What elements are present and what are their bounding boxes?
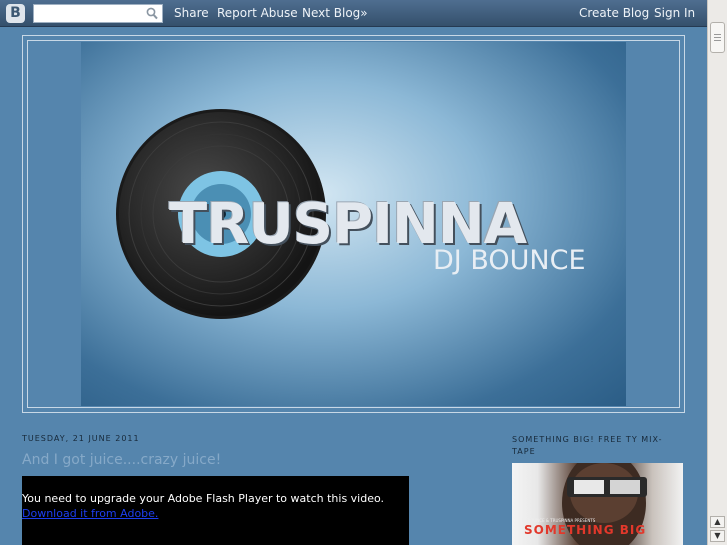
- share-link[interactable]: Share: [174, 6, 209, 20]
- scroll-up-button[interactable]: ▲: [710, 516, 725, 528]
- post-date: TUESDAY, 21 JUNE 2011: [22, 434, 140, 443]
- mixtape-cover-image[interactable]: DJ BOUNCE & TRUSPINNA PRESENTS SOMETHING…: [512, 463, 683, 545]
- flash-upgrade-message: You need to upgrade your Adobe Flash Pla…: [22, 492, 385, 505]
- scroll-down-button[interactable]: ▼: [710, 530, 725, 542]
- next-blog-link[interactable]: Next Blog»: [302, 6, 368, 20]
- sidebar-widget-title: SOMETHING BIG! FREE TY MIX-TAPE: [512, 435, 663, 456]
- report-abuse-link[interactable]: Report Abuse: [217, 6, 298, 20]
- header-banner[interactable]: TRUSPINNA DJ BOUNCE: [81, 42, 626, 406]
- post-title[interactable]: And I got juice....crazy juice!: [22, 452, 221, 468]
- video-player[interactable]: You need to upgrade your Adobe Flash Pla…: [22, 476, 409, 545]
- vertical-scrollbar[interactable]: ▲ ▼: [707, 0, 727, 545]
- sign-in-link[interactable]: Sign In: [654, 6, 695, 20]
- search-input[interactable]: [33, 4, 163, 23]
- search-icon[interactable]: [146, 7, 158, 20]
- scrollbar-thumb[interactable]: [710, 22, 725, 53]
- blogger-logo-icon[interactable]: B: [6, 4, 25, 23]
- download-flash-link[interactable]: Download it from Adobe.: [22, 507, 158, 520]
- banner-subtitle: DJ BOUNCE: [433, 245, 586, 276]
- cover-title-text: SOMETHING BIG: [524, 523, 647, 537]
- blogger-navbar: B Share Report Abuse Next Blog» Create B…: [0, 0, 707, 27]
- create-blog-link[interactable]: Create Blog: [579, 6, 649, 20]
